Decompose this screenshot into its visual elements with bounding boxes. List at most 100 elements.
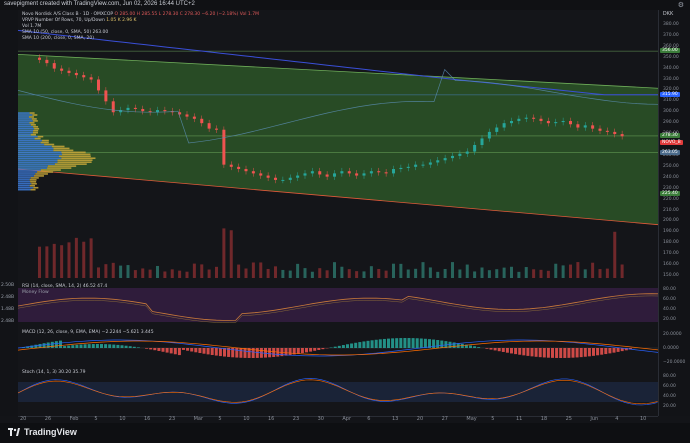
macd-histogram-bar	[613, 348, 616, 353]
legend-sma2[interactable]: SMA 10 (200, close, 0, SMA, 20)	[22, 36, 94, 41]
candle-body	[304, 173, 307, 175]
volume-bar	[318, 268, 321, 278]
volume-bar	[414, 269, 417, 278]
volume-bar	[370, 266, 373, 278]
stoch-pane[interactable]	[18, 368, 658, 417]
candle-body	[237, 167, 240, 169]
rsi-pane[interactable]	[18, 282, 658, 329]
volume-profile-bar	[58, 159, 93, 161]
volume-bar	[163, 271, 166, 278]
macd-histogram-bar	[572, 348, 575, 358]
volume-profile-bar	[18, 173, 35, 175]
stoch-chart-svg	[18, 368, 658, 416]
legend-main[interactable]: Novo Nordisk A/S Class B · 1D · OMXCOP O…	[22, 12, 259, 17]
volume-bar	[281, 270, 284, 278]
macd-histogram-bar	[207, 348, 210, 354]
volume-profile-bar	[59, 155, 91, 157]
legend-sma1[interactable]: SMA 10 (50, close, 0, SMA, 50) 263.00	[22, 30, 108, 35]
macd-axis[interactable]: 20.0000 0.0000 −20.0000	[658, 328, 690, 368]
macd-histogram-bar	[367, 341, 370, 348]
volume-bar	[112, 263, 115, 278]
volume-profile-bar	[33, 120, 38, 122]
macd-histogram-bar	[34, 345, 37, 348]
volume-profile-bar	[33, 132, 38, 134]
macd-histogram-bar	[617, 348, 620, 352]
volume-profile-bar	[30, 185, 35, 187]
macd-histogram-bar	[440, 341, 443, 348]
left-axis	[0, 10, 19, 416]
volume-bar	[495, 269, 498, 278]
volume-profile-bar	[30, 181, 36, 183]
price-tick: 340.00	[663, 66, 679, 71]
macd-histogram-bar	[395, 338, 398, 348]
macd-histogram-bar	[211, 348, 214, 355]
macd-histogram-bar	[88, 344, 91, 348]
volume-profile-bar	[18, 183, 31, 185]
macd-histogram-bar	[92, 344, 95, 348]
stoch-band	[18, 382, 658, 402]
volume-bar	[252, 262, 255, 278]
candle-body	[591, 125, 594, 128]
macd-histogram-bar	[358, 342, 361, 348]
time-tick: May	[466, 416, 476, 422]
volume-bar	[340, 267, 343, 278]
candle-body	[97, 80, 100, 91]
candle-body	[444, 158, 447, 160]
candle-body	[599, 129, 602, 131]
time-tick: Feb	[70, 416, 79, 422]
macd-histogram-bar	[67, 346, 70, 348]
macd-histogram-bar	[588, 348, 591, 356]
volume-profile-bar	[31, 124, 36, 126]
candle-body	[458, 154, 461, 156]
time-tick: 10	[119, 416, 125, 422]
volume-bar	[377, 269, 380, 278]
macd-histogram-bar	[170, 348, 173, 353]
candle-body	[274, 178, 277, 180]
volume-bar	[326, 270, 329, 278]
volume-profile-bar	[18, 116, 29, 118]
time-tick: 23	[293, 416, 299, 422]
legend-vol[interactable]: Vol 1.7M	[22, 24, 41, 29]
macd-histogram-bar	[51, 342, 54, 348]
macd-tick: 20.0000	[663, 332, 682, 337]
stoch-legend[interactable]: Stoch (14, 1, 3) 30.20 35.79	[22, 370, 85, 375]
volume-profile-bar	[18, 181, 30, 183]
price-axis[interactable]: DKK 380.00 370.00 360.00 350.00 340.00 330.00…	[658, 10, 690, 282]
candle-body	[540, 119, 543, 121]
candle-body	[245, 169, 248, 171]
time-tick: 10	[640, 416, 646, 422]
credit-text: savepigment created with TradingView.com…	[4, 1, 195, 7]
volume-profile-bar	[18, 130, 33, 132]
candle-body	[621, 134, 624, 136]
volume-bar	[407, 270, 410, 278]
rsi-left-tick: 1.48B	[1, 307, 14, 312]
gear-icon[interactable]: ⚙	[678, 1, 684, 9]
rsi-chart-svg	[18, 282, 658, 328]
time-tick: Jun	[590, 416, 598, 422]
time-tick: 18	[541, 416, 547, 422]
macd-histogram-bar	[129, 346, 132, 348]
macd-legend[interactable]: MACD (12, 26, close, 9, EMA, EMA) −2.224…	[22, 330, 154, 335]
macd-histogram-bar	[157, 348, 160, 351]
brand-name: TradingView	[24, 427, 77, 437]
price-tick: 210.00	[663, 208, 679, 213]
legend-vrvp[interactable]: VRVP Number Of Rows, 70, Up/Down 1.05 K …	[22, 18, 137, 23]
volume-profile-bar	[18, 171, 37, 173]
candle-body	[318, 171, 321, 174]
macd-histogram-bar	[125, 346, 128, 348]
stoch-axis[interactable]: 80.00 60.00 40.00 20.00	[658, 368, 690, 416]
macd-histogram-bar	[604, 348, 607, 354]
volume-bar	[473, 271, 476, 278]
volume-profile-bar	[41, 169, 61, 171]
volume-bar	[245, 268, 248, 278]
volume-profile-bar	[53, 150, 73, 152]
volume-profile-bar	[41, 142, 49, 144]
rsi-left-tick: 2.50B	[1, 283, 14, 288]
rsi-axis[interactable]: 80.00 60.00 40.00 20.00	[658, 282, 690, 328]
candle-body	[193, 117, 196, 119]
rsi-legend[interactable]: RSI (14, close, SMA, 14, 2) 46.52 47.4	[22, 284, 107, 289]
candle-body	[370, 171, 373, 173]
time-tick: 27	[442, 416, 448, 422]
price-pane[interactable]	[18, 10, 658, 283]
volume-profile-bar	[18, 150, 53, 152]
